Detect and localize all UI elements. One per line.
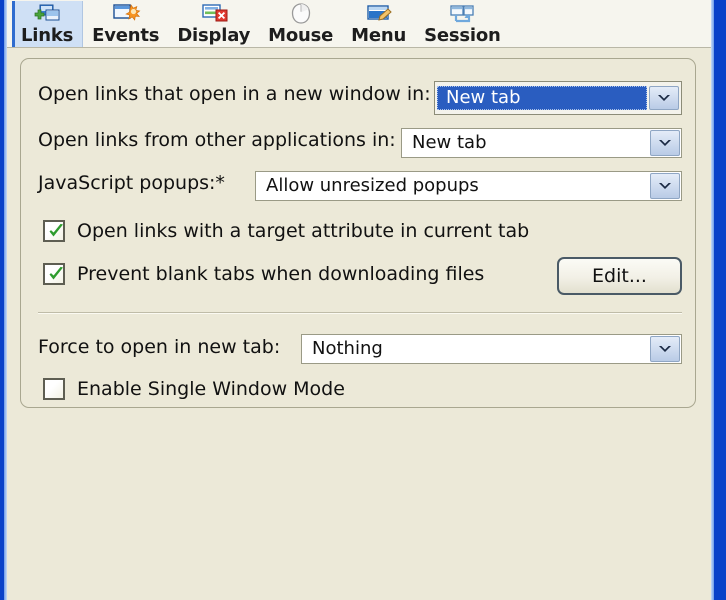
check-icon <box>49 266 63 280</box>
tab-mouse-label: Mouse <box>268 25 334 46</box>
open-new-window-value: New tab <box>446 88 521 108</box>
window-left-border-inner <box>4 0 7 600</box>
links-icon <box>32 3 62 25</box>
tab-links-label: Links <box>21 25 74 46</box>
target-attribute-label: Open links with a target attribute in cu… <box>77 220 530 242</box>
session-icon <box>447 3 477 25</box>
open-other-apps-value: New tab <box>412 133 487 153</box>
blank-tabs-label: Prevent blank tabs when downloading file… <box>77 263 485 285</box>
tab-session-label: Session <box>424 25 501 46</box>
preferences-tabbar: Links Events Display Mouse Menu Session <box>7 0 714 48</box>
open-new-window-combobox[interactable]: New tab <box>434 81 682 115</box>
tab-menu[interactable]: Menu <box>342 1 415 48</box>
open-new-window-selected-value: New tab <box>437 86 647 110</box>
open-other-apps-label: Open links from other applications in: <box>38 129 396 151</box>
tab-mouse[interactable]: Mouse <box>259 1 342 48</box>
row-open-other-apps: Open links from other applications in: <box>38 129 396 151</box>
row-javascript-popups: JavaScript popups:* <box>38 172 225 194</box>
tab-session[interactable]: Session <box>415 1 510 48</box>
tab-menu-label: Menu <box>351 25 407 46</box>
row-blank-tabs[interactable]: Prevent blank tabs when downloading file… <box>43 263 484 285</box>
tab-events[interactable]: Events <box>83 1 168 48</box>
tab-display-label: Display <box>177 25 251 46</box>
preferences-window: Links Events Display Mouse Menu Session … <box>0 0 726 600</box>
chevron-down-icon[interactable] <box>650 130 680 156</box>
javascript-popups-combobox[interactable]: Allow unresized popups <box>255 171 682 201</box>
events-icon <box>111 3 141 25</box>
row-single-window-mode[interactable]: Enable Single Window Mode <box>43 378 345 400</box>
single-window-mode-checkbox[interactable] <box>43 378 65 400</box>
tab-events-label: Events <box>92 25 160 46</box>
mouse-icon <box>286 3 316 25</box>
row-force-new-tab: Force to open in new tab: <box>38 336 280 358</box>
open-other-apps-combobox[interactable]: New tab <box>401 128 682 158</box>
chevron-down-icon[interactable] <box>649 86 679 110</box>
chevron-down-icon[interactable] <box>650 336 680 362</box>
javascript-popups-value: Allow unresized popups <box>266 176 479 196</box>
section-separator <box>38 312 682 314</box>
row-target-attribute[interactable]: Open links with a target attribute in cu… <box>43 220 529 242</box>
target-attribute-checkbox[interactable] <box>43 220 65 242</box>
edit-button[interactable]: Edit... <box>557 257 682 295</box>
force-new-tab-combobox[interactable]: Nothing <box>301 334 682 364</box>
menu-icon <box>364 3 394 25</box>
force-new-tab-label: Force to open in new tab: <box>38 336 281 358</box>
force-new-tab-value: Nothing <box>312 339 383 359</box>
javascript-popups-label: JavaScript popups:* <box>38 172 225 194</box>
single-window-mode-label: Enable Single Window Mode <box>77 378 345 400</box>
window-left-border <box>0 0 4 600</box>
tab-display[interactable]: Display <box>168 1 259 48</box>
blank-tabs-checkbox[interactable] <box>43 263 65 285</box>
open-new-window-label: Open links that open in a new window in: <box>38 83 431 105</box>
check-icon <box>49 223 63 237</box>
edit-button-label: Edit... <box>592 265 647 287</box>
tab-links[interactable]: Links <box>12 1 84 48</box>
window-right-border <box>714 0 726 600</box>
links-settings-groupbox: Open links that open in a new window in:… <box>20 58 696 408</box>
chevron-down-icon[interactable] <box>650 173 680 199</box>
display-icon <box>199 3 229 25</box>
row-open-new-window: Open links that open in a new window in: <box>38 83 431 105</box>
